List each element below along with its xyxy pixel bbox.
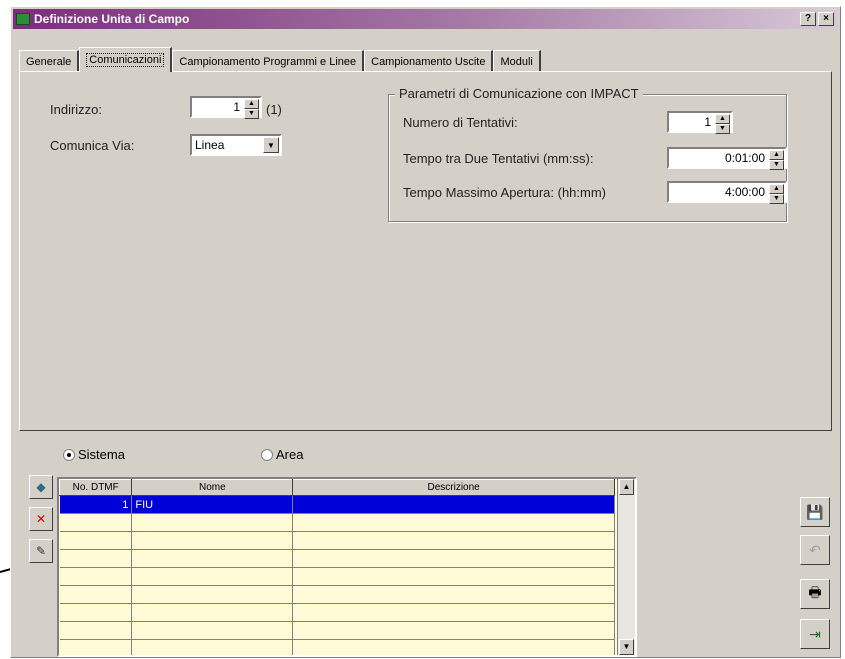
comunica-via-label: Comunica Via:	[50, 138, 135, 153]
close-button[interactable]: ×	[818, 12, 834, 26]
spin-up-icon[interactable]: ▲	[769, 150, 784, 160]
col-header-dtmf[interactable]: No. DTMF	[59, 479, 133, 496]
spin-up-icon[interactable]: ▲	[244, 99, 259, 109]
print-button[interactable]: 🖶	[800, 579, 830, 609]
table-row[interactable]	[59, 639, 615, 655]
radio-area[interactable]: Area	[261, 447, 303, 462]
edit-icon: ✎	[35, 544, 47, 558]
indirizzo-label: Indirizzo:	[50, 102, 103, 117]
bottom-section: Sistema Area ◆ ✕ ✎ No. DTMF Nome Descriz…	[19, 437, 639, 659]
radio-unchecked-icon	[261, 448, 273, 461]
tempo-max-value: 4:00:00	[724, 185, 765, 199]
tempo-tra-label: Tempo tra Due Tentativi (mm:ss):	[403, 151, 594, 166]
window-title: Definizione Unita di Campo	[34, 12, 190, 26]
save-button[interactable]: 💾	[800, 497, 830, 527]
delete-row-button[interactable]: ✕	[29, 507, 53, 531]
dtmf-grid: No. DTMF Nome Descrizione 1 FIU ▲ ▼	[57, 477, 637, 657]
title-bar: Definizione Unita di Campo ? ×	[13, 9, 838, 29]
table-row[interactable]	[59, 603, 615, 622]
radio-sistema[interactable]: Sistema	[63, 447, 125, 462]
print-icon: 🖶	[808, 584, 822, 600]
dtmf-table: No. DTMF Nome Descrizione 1 FIU	[59, 479, 615, 655]
comunica-via-select[interactable]: Linea ▼	[190, 134, 282, 156]
chevron-down-icon[interactable]: ▼	[263, 137, 279, 153]
tempo-max-label: Tempo Massimo Apertura: (hh:mm)	[403, 185, 607, 200]
app-icon	[16, 13, 30, 25]
table-row[interactable]	[59, 567, 615, 586]
grid-scrollbar[interactable]: ▲ ▼	[617, 479, 635, 655]
tab-generale[interactable]: Generale	[19, 50, 80, 72]
table-row[interactable]	[59, 621, 615, 640]
spin-down-icon[interactable]: ▼	[244, 109, 259, 119]
cell-descrizione[interactable]	[292, 495, 615, 514]
tempo-tra-value: 0:01:00	[724, 151, 765, 165]
tempo-max-spinner[interactable]: 4:00:00 ▲ ▼	[667, 181, 787, 204]
comunicazioni-panel: Indirizzo: 1 ▲ ▼ (1) Comunica Via: Linea …	[19, 71, 832, 431]
sistema-label: Sistema	[78, 447, 125, 462]
tentativi-label: Numero di Tentativi:	[403, 115, 518, 130]
tab-comunicazioni[interactable]: Comunicazioni	[79, 47, 173, 72]
table-row[interactable]	[59, 513, 615, 532]
spin-up-icon[interactable]: ▲	[769, 184, 784, 194]
radio-checked-icon	[63, 448, 75, 461]
undo-button[interactable]: ↶	[800, 535, 830, 565]
spin-up-icon[interactable]: ▲	[715, 114, 730, 124]
help-button[interactable]: ?	[800, 12, 816, 26]
table-row[interactable]	[59, 585, 615, 604]
spin-down-icon[interactable]: ▼	[715, 124, 730, 134]
col-header-descrizione[interactable]: Descrizione	[292, 479, 615, 496]
edit-row-button[interactable]: ✎	[29, 539, 53, 563]
cell-nome[interactable]: FIU	[131, 495, 294, 514]
table-row[interactable]	[59, 531, 615, 550]
parametri-groupbox: Parametri di Comunicazione con IMPACT Nu…	[388, 86, 787, 222]
tentativi-value: 1	[704, 115, 711, 129]
spin-down-icon[interactable]: ▼	[769, 194, 784, 204]
tab-strip: Generale Comunicazioni Campionamento Pro…	[19, 47, 541, 72]
comunica-via-value: Linea	[195, 138, 225, 152]
tab-campionamento-programmi[interactable]: Campionamento Programmi e Linee	[172, 50, 365, 72]
tentativi-spinner[interactable]: 1 ▲ ▼	[667, 111, 733, 134]
spin-down-icon[interactable]: ▼	[769, 160, 784, 170]
add-icon: ◆	[36, 480, 46, 494]
parametri-legend: Parametri di Comunicazione con IMPACT	[395, 86, 643, 101]
scroll-down-icon[interactable]: ▼	[619, 639, 634, 655]
indirizzo-note: (1)	[266, 102, 282, 117]
grid-header-row: No. DTMF Nome Descrizione	[59, 479, 615, 496]
tab-moduli[interactable]: Moduli	[493, 50, 541, 72]
tempo-tra-spinner[interactable]: 0:01:00 ▲ ▼	[667, 147, 787, 170]
scroll-up-icon[interactable]: ▲	[619, 479, 634, 495]
add-row-button[interactable]: ◆	[29, 475, 53, 499]
table-row[interactable]: 1 FIU	[59, 495, 615, 514]
undo-icon: ↶	[809, 541, 821, 558]
tab-campionamento-uscite[interactable]: Campionamento Uscite	[364, 50, 494, 72]
table-row[interactable]	[59, 549, 615, 568]
exit-button[interactable]: ⇥	[800, 619, 830, 649]
indirizzo-spinner[interactable]: 1 ▲ ▼	[190, 96, 262, 119]
exit-icon: ⇥	[809, 625, 821, 642]
indirizzo-value: 1	[233, 100, 240, 114]
save-icon: 💾	[806, 503, 824, 520]
area-label: Area	[276, 447, 304, 462]
col-header-nome[interactable]: Nome	[131, 479, 294, 496]
cell-dtmf[interactable]: 1	[59, 495, 133, 514]
dialog-window: Definizione Unita di Campo ? × Generale …	[10, 6, 841, 658]
delete-icon: ✕	[35, 512, 47, 526]
